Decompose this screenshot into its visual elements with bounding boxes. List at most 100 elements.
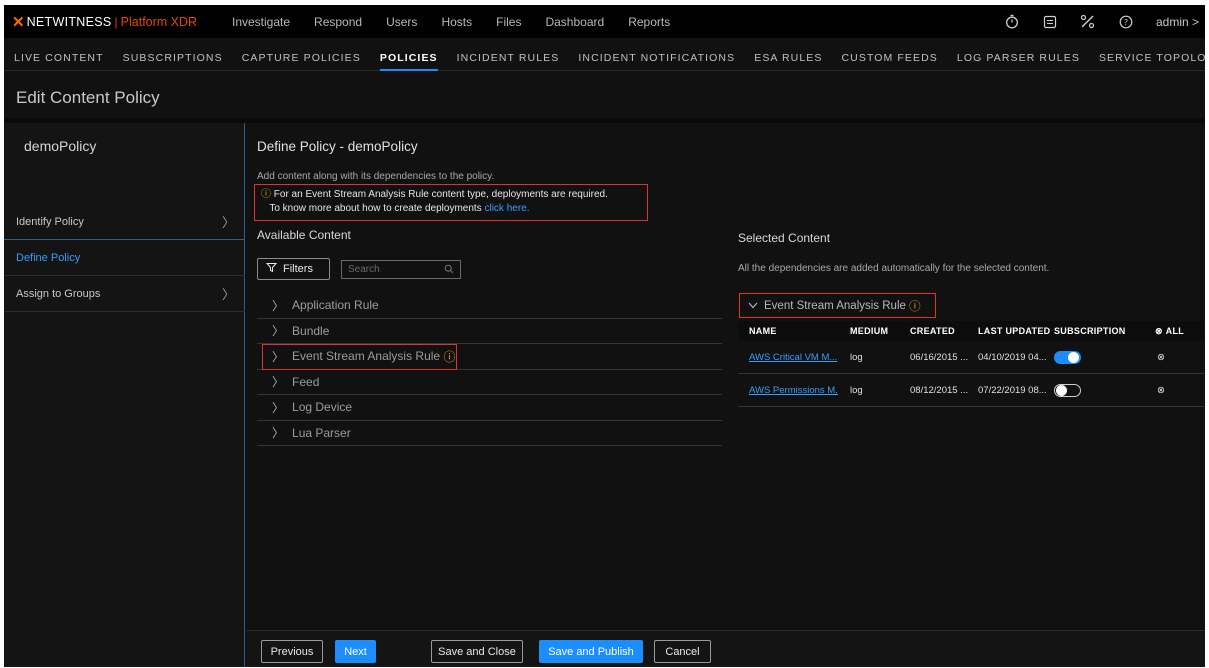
item-label: Log Device <box>292 400 353 415</box>
define-policy-description: Add content along with its dependencies … <box>257 171 495 182</box>
nav-files[interactable]: Files <box>496 15 521 29</box>
save-and-publish-button[interactable]: Save and Publish <box>539 640 643 663</box>
tab-incident-notifications[interactable]: INCIDENT NOTIFICATIONS <box>578 52 735 64</box>
netwitness-logo-icon: ✕ <box>12 13 25 31</box>
define-policy-main: Define Policy - demoPolicy Add content a… <box>246 123 1205 667</box>
nav-users[interactable]: Users <box>386 15 417 29</box>
available-content-title: Available Content <box>257 228 351 242</box>
help-icon[interactable]: ? <box>1118 14 1134 30</box>
stopwatch-icon[interactable] <box>1004 14 1020 30</box>
brand-name: NETWITNESS <box>26 14 112 29</box>
search-input[interactable]: Search <box>341 260 461 279</box>
table-row: AWS Permissions M... log 08/12/2015 ... … <box>738 374 1204 407</box>
item-label: Application Rule <box>292 298 379 313</box>
chevron-right-icon: 〉 <box>221 287 235 302</box>
nav-hosts[interactable]: Hosts <box>441 15 472 29</box>
selected-group-header[interactable]: Event Stream Analysis Rule ⓘ <box>739 293 936 318</box>
warning-icon: ⓘ <box>261 189 271 200</box>
policy-name: demoPolicy <box>24 138 97 154</box>
selected-content-title: Selected Content <box>738 231 831 245</box>
tab-policies[interactable]: POLICIES <box>379 52 438 71</box>
search-placeholder: Search <box>348 264 380 275</box>
page-title: Edit Content Policy <box>16 88 160 107</box>
close-circle-icon: ⊗ <box>1155 325 1163 336</box>
step-identify-policy[interactable]: Identify Policy 〉 <box>4 204 245 240</box>
cancel-button[interactable]: Cancel <box>654 640 711 663</box>
nav-respond[interactable]: Respond <box>314 15 362 29</box>
nav-reports[interactable]: Reports <box>628 15 670 29</box>
warning-text-2: To know more about how to create deploym… <box>269 203 485 214</box>
step-label: Define Policy <box>16 251 81 264</box>
tab-capture-policies[interactable]: CAPTURE POLICIES <box>242 52 361 64</box>
col-name[interactable]: NAME <box>738 326 838 336</box>
item-label: Bundle <box>292 323 330 338</box>
step-define-policy[interactable]: Define Policy <box>4 240 245 276</box>
sub-nav: LIVE CONTENT SUBSCRIPTIONS CAPTURE POLIC… <box>4 45 1205 71</box>
item-label: Feed <box>292 374 320 389</box>
list-item-log-device[interactable]: 〉 Log Device <box>257 395 722 421</box>
filters-label: Filters <box>283 263 313 275</box>
list-item-feed[interactable]: 〉 Feed <box>257 370 722 395</box>
col-medium[interactable]: MEDIUM <box>838 326 898 336</box>
tab-log-parser-rules[interactable]: LOG PARSER RULES <box>957 52 1080 64</box>
table-header: NAME MEDIUM CREATED LAST UPDATED SUBSCRI… <box>738 321 1204 341</box>
created-cell: 08/12/2015 ... <box>910 384 969 396</box>
subscription-toggle[interactable] <box>1054 383 1081 397</box>
tools-icon[interactable] <box>1080 14 1096 30</box>
tab-incident-rules[interactable]: INCIDENT RULES <box>457 52 560 64</box>
nav-investigate[interactable]: Investigate <box>232 15 290 29</box>
updated-cell: 07/22/2019 08... <box>978 384 1047 396</box>
tab-esa-rules[interactable]: ESA RULES <box>754 52 822 64</box>
chevron-right-icon: 〉 <box>221 215 235 230</box>
medium-cell: log <box>850 384 863 396</box>
content-name-link[interactable]: AWS Critical VM M... <box>749 352 837 363</box>
notes-icon[interactable] <box>1042 14 1058 30</box>
brand-separator: | <box>114 14 118 29</box>
group-label: Event Stream Analysis Rule <box>764 299 906 312</box>
wizard-footer: Previous Next Save and Close Save and Pu… <box>246 630 1205 667</box>
warning-text: For an Event Stream Analysis Rule conten… <box>273 189 608 200</box>
tab-live-content[interactable]: LIVE CONTENT <box>14 52 104 64</box>
next-button[interactable]: Next <box>335 640 376 663</box>
list-item-application-rule[interactable]: 〉 Application Rule <box>257 293 722 319</box>
remove-all-label: ALL <box>1165 325 1185 336</box>
subscription-toggle[interactable] <box>1054 350 1081 364</box>
tab-service-topology[interactable]: SERVICE TOPOLOGY <box>1099 52 1205 64</box>
selected-content-description: All the dependencies are added automatic… <box>738 263 1050 274</box>
define-policy-title: Define Policy - demoPolicy <box>257 139 418 154</box>
list-item-bundle[interactable]: 〉 Bundle <box>257 319 722 344</box>
col-created[interactable]: CREATED <box>898 326 970 336</box>
col-subscription[interactable]: SUBSCRIPTION <box>1046 326 1135 336</box>
tab-subscriptions[interactable]: SUBSCRIPTIONS <box>123 52 223 64</box>
updated-cell: 04/10/2019 04... <box>978 351 1047 363</box>
previous-button[interactable]: Previous <box>261 640 323 663</box>
chevron-right-icon: 〉 <box>272 324 285 339</box>
chevron-right-icon: 〉 <box>272 298 285 313</box>
list-item-lua-parser[interactable]: 〉 Lua Parser <box>257 421 722 446</box>
tab-custom-feeds[interactable]: CUSTOM FEEDS <box>841 52 937 64</box>
remove-row-icon[interactable]: ⊗ <box>1135 385 1204 396</box>
nav-dashboard[interactable]: Dashboard <box>545 15 604 29</box>
col-last-updated[interactable]: LAST UPDATED <box>970 326 1050 336</box>
remove-all-button[interactable]: ⊗ ALL <box>1135 326 1204 337</box>
chevron-right-icon: 〉 <box>272 375 285 390</box>
available-content-list: 〉 Application Rule 〉 Bundle 〉 Event Stream … <box>257 293 722 446</box>
brand-logo[interactable]: ✕ NETWITNESS | Platform XDR <box>12 13 232 31</box>
click-here-link[interactable]: click here. <box>484 203 529 214</box>
step-label: Identify Policy <box>16 215 84 228</box>
user-menu[interactable]: admin > <box>1156 15 1199 29</box>
step-assign-to-groups[interactable]: Assign to Groups 〉 <box>4 276 245 312</box>
table-row: AWS Critical VM M... log 06/16/2015 ... … <box>738 341 1204 374</box>
content-name-link[interactable]: AWS Permissions M... <box>749 385 838 396</box>
search-icon <box>444 264 454 277</box>
filter-icon <box>265 262 278 276</box>
deployment-warning: ⓘ For an Event Stream Analysis Rule cont… <box>254 184 648 221</box>
created-cell: 06/16/2015 ... <box>910 351 969 363</box>
save-and-close-button[interactable]: Save and Close <box>431 640 523 663</box>
remove-row-icon[interactable]: ⊗ <box>1135 352 1204 363</box>
selected-content-table: NAME MEDIUM CREATED LAST UPDATED SUBSCRI… <box>738 321 1204 407</box>
filters-button[interactable]: Filters <box>257 258 330 280</box>
chevron-down-icon <box>748 300 758 312</box>
highlight-box <box>262 344 457 370</box>
app-window: ✕ NETWITNESS | Platform XDR Investigate … <box>4 5 1205 667</box>
